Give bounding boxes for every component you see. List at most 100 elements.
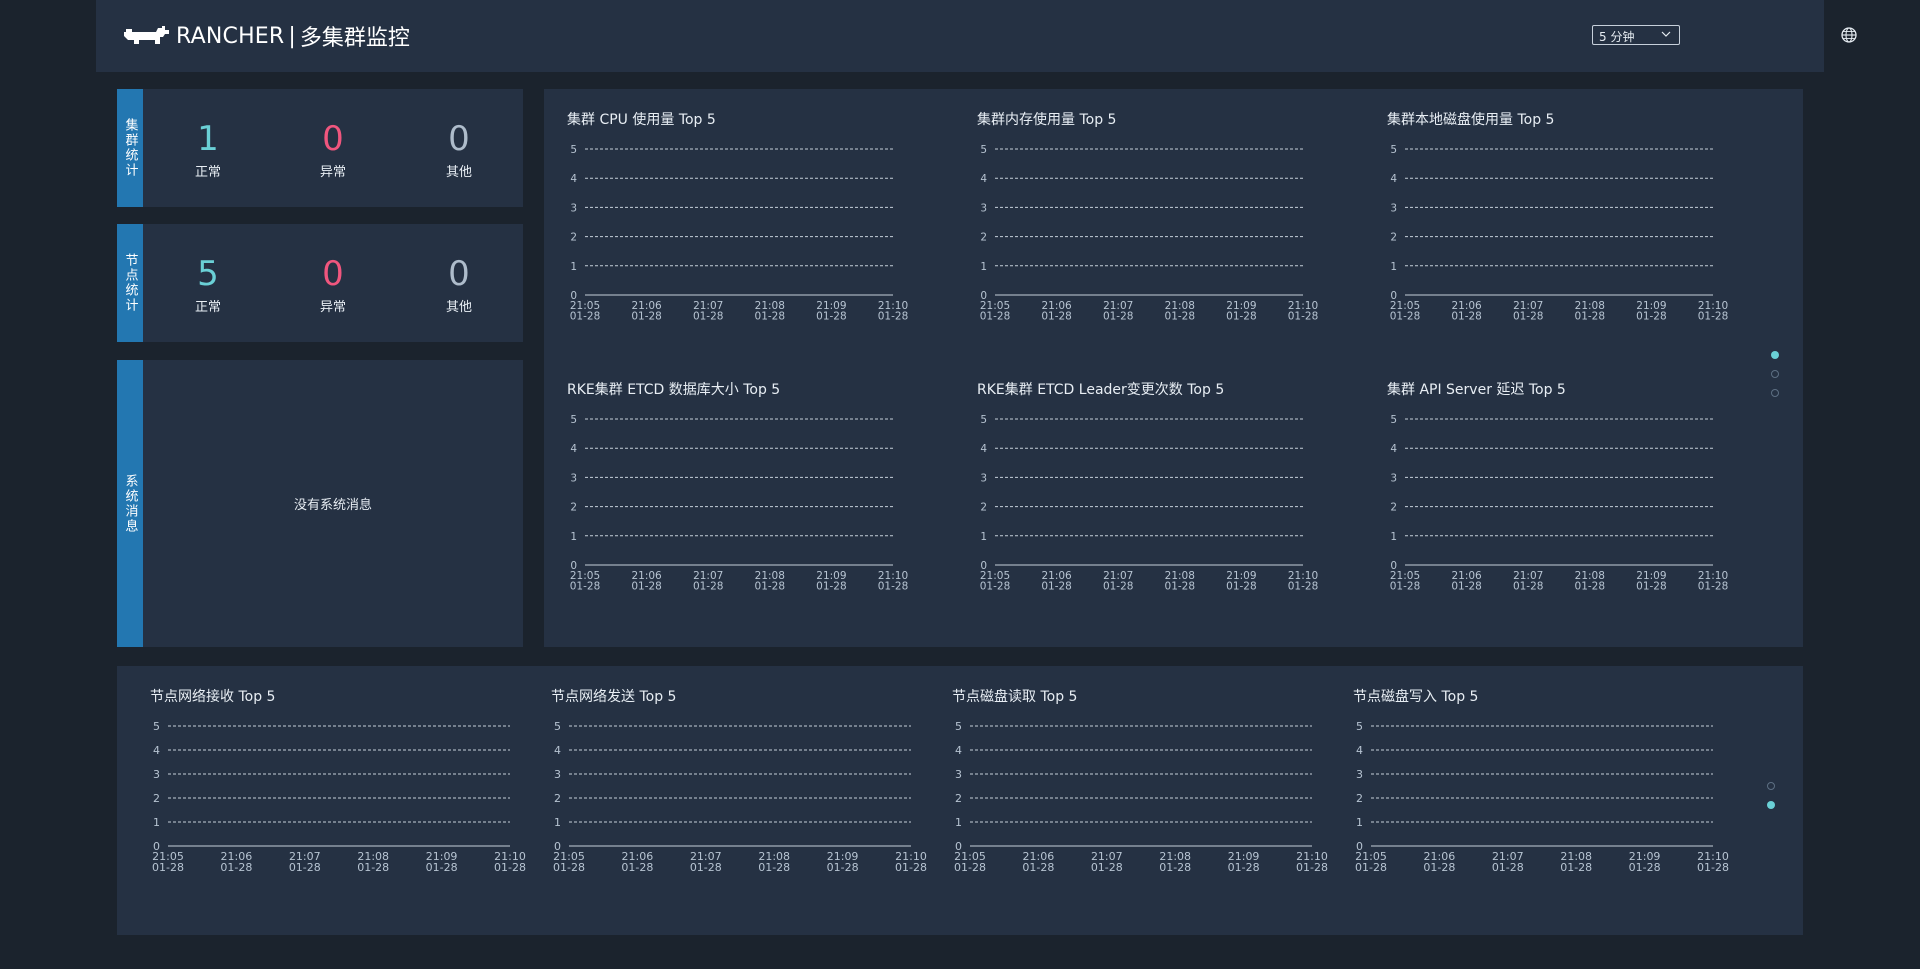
y-tick-label: 5: [1390, 414, 1397, 426]
y-tick-label: 2: [980, 502, 987, 514]
x-tick-label-line: 01-28: [1226, 311, 1257, 323]
node-abnormal-stat[interactable]: 0 异常: [273, 224, 393, 315]
node-charts-panel: 节点网络接收 Top 5 0 1 2 3 4 5 21:05 01-28 21:06 01-28 2…: [117, 666, 1803, 935]
x-tick-label-line: 01-28: [1636, 311, 1667, 323]
chart-title: 节点网络发送 Top 5: [551, 689, 677, 705]
page-dot-1[interactable]: [1771, 351, 1779, 359]
x-tick-label-line: 01-28: [1451, 581, 1482, 593]
chart-title: RKE集群 ETCD 数据库大小 Top 5: [567, 382, 781, 398]
x-tick-label: 21:07 01-28: [1513, 570, 1544, 593]
x-tick-label: 21:08 01-28: [1165, 570, 1196, 593]
x-tick-label-line: 01-28: [1390, 311, 1421, 323]
node-other-stat[interactable]: 0 其他: [399, 224, 519, 315]
x-tick-label-line: 01-28: [1423, 861, 1455, 874]
y-tick-label: 3: [570, 472, 577, 484]
y-tick-label: 2: [1390, 502, 1397, 514]
x-tick-label-line: 01-28: [1636, 581, 1667, 593]
y-tick-label: 5: [955, 720, 962, 733]
x-tick-label: 21:09 01-28: [1226, 570, 1257, 593]
x-tick-label-line: 01-28: [693, 311, 724, 323]
x-tick-label-line: 01-28: [816, 311, 847, 323]
cluster-normal-stat[interactable]: 1 正常: [148, 89, 268, 180]
x-tick-label-line: 01-28: [1226, 581, 1257, 593]
y-tick-label: 4: [570, 173, 577, 185]
x-tick-label: 21:06 01-28: [1451, 570, 1482, 593]
node-normal-stat[interactable]: 5 正常: [148, 224, 268, 315]
x-tick-label-line: 01-28: [690, 861, 722, 874]
y-tick-label: 3: [570, 202, 577, 214]
x-tick-label-line: 01-28: [570, 581, 601, 593]
rancher-logo-icon: [124, 26, 169, 44]
x-tick-label-line: 01-28: [1288, 311, 1319, 323]
chart-plot: 01234521:05 01-2821:06 01-2821:07 01-2821:0…: [553, 720, 927, 874]
x-tick-label: 21:05 01-28: [1390, 570, 1421, 593]
x-tick-label: 21:09 01-28: [1629, 850, 1661, 874]
x-tick-label: 21:10 01-28: [494, 850, 526, 874]
y-tick-label: 5: [554, 720, 561, 733]
x-tick-label-line: 01-28: [1165, 311, 1196, 323]
node-other-label: 其他: [445, 300, 472, 315]
chart-plot: 01234521:05 01-2821:06 01-2821:07 01-2821:0…: [954, 720, 1328, 874]
x-tick-label-line: 01-28: [954, 861, 986, 874]
x-tick-label: 21:07 01-28: [1103, 570, 1134, 593]
system-messages-tab: 系统消息: [117, 360, 143, 647]
page-dot-1[interactable]: [1767, 782, 1775, 790]
x-tick-label-line: 01-28: [895, 861, 927, 874]
cluster-abnormal-stat[interactable]: 0 异常: [273, 89, 393, 180]
y-tick-label: 2: [1356, 792, 1363, 805]
y-tick-label: 2: [980, 232, 987, 244]
chart-plot: 01234521:05 01-2821:06 01-2821:07 01-2821:0…: [1355, 720, 1729, 874]
cluster-abnormal-count: 0: [322, 119, 344, 159]
x-tick-label-line: 01-28: [1697, 861, 1729, 874]
x-tick-label: 21:07 01-28: [1492, 850, 1524, 874]
x-tick-label-line: 01-28: [1575, 581, 1606, 593]
chart-plot: 01234521:05 01-2821:06 01-2821:07 01-2821:0…: [980, 144, 1319, 323]
cluster-stats-tab-label: 集群统计: [122, 118, 138, 178]
x-tick-label-line: 01-28: [1513, 311, 1544, 323]
chart-title: 集群 API Server 延迟 Top 5: [1387, 382, 1566, 398]
x-tick-label-line: 01-28: [1041, 311, 1072, 323]
x-tick-label: 21:10 01-28: [878, 570, 909, 593]
chart-title: 集群 CPU 使用量 Top 5: [567, 112, 716, 128]
x-tick-label-line: 01-28: [1629, 861, 1661, 874]
x-tick-label-line: 01-28: [1091, 861, 1123, 874]
y-tick-label: 2: [570, 502, 577, 514]
y-tick-label: 4: [955, 744, 962, 757]
x-tick-label: 21:05 01-28: [1390, 300, 1421, 323]
x-tick-label: 21:06 01-28: [621, 850, 653, 874]
time-range-select[interactable]: 5 分钟: [1592, 25, 1680, 45]
y-tick-label: 3: [955, 768, 962, 781]
globe-icon[interactable]: [1840, 26, 1858, 44]
x-tick-label-line: 01-28: [1698, 311, 1729, 323]
x-tick-label: 21:08 01-28: [1560, 850, 1592, 874]
x-tick-label-line: 01-28: [1451, 311, 1482, 323]
x-tick-label-line: 01-28: [827, 861, 859, 874]
x-tick-label-line: 01-28: [1560, 861, 1592, 874]
x-tick-label: 21:10 01-28: [878, 300, 909, 323]
x-tick-label: 21:09 01-28: [426, 850, 458, 874]
x-tick-label-line: 01-28: [570, 311, 601, 323]
chart-title: 集群本地磁盘使用量 Top 5: [1387, 112, 1555, 128]
y-tick-label: 3: [554, 768, 561, 781]
cluster-abnormal-label: 异常: [319, 165, 346, 180]
x-tick-label: 21:05 01-28: [553, 850, 585, 874]
x-tick-label-line: 01-28: [1165, 581, 1196, 593]
page-dot-2[interactable]: [1771, 370, 1779, 378]
y-tick-label: 4: [153, 744, 160, 757]
x-tick-label: 21:10 01-28: [1288, 570, 1319, 593]
cluster-normal-count: 1: [197, 119, 219, 159]
y-tick-label: 1: [980, 261, 987, 273]
y-tick-label: 1: [570, 261, 577, 273]
x-tick-label: 21:07 01-28: [1513, 300, 1544, 323]
page-dot-2[interactable]: [1767, 801, 1775, 809]
time-range-value: 5 分钟: [1599, 30, 1635, 44]
page-dot-3[interactable]: [1771, 389, 1779, 397]
brand[interactable]: RANCHER | 多集群监控: [122, 20, 410, 52]
y-tick-label: 5: [1356, 720, 1363, 733]
cluster-other-stat[interactable]: 0 其他: [399, 89, 519, 180]
x-tick-label-line: 01-28: [631, 581, 662, 593]
x-tick-label: 21:07 01-28: [1091, 850, 1123, 874]
x-tick-label-line: 01-28: [1296, 861, 1328, 874]
x-tick-label-line: 01-28: [494, 861, 526, 874]
x-tick-label: 21:09 01-28: [1228, 850, 1260, 874]
